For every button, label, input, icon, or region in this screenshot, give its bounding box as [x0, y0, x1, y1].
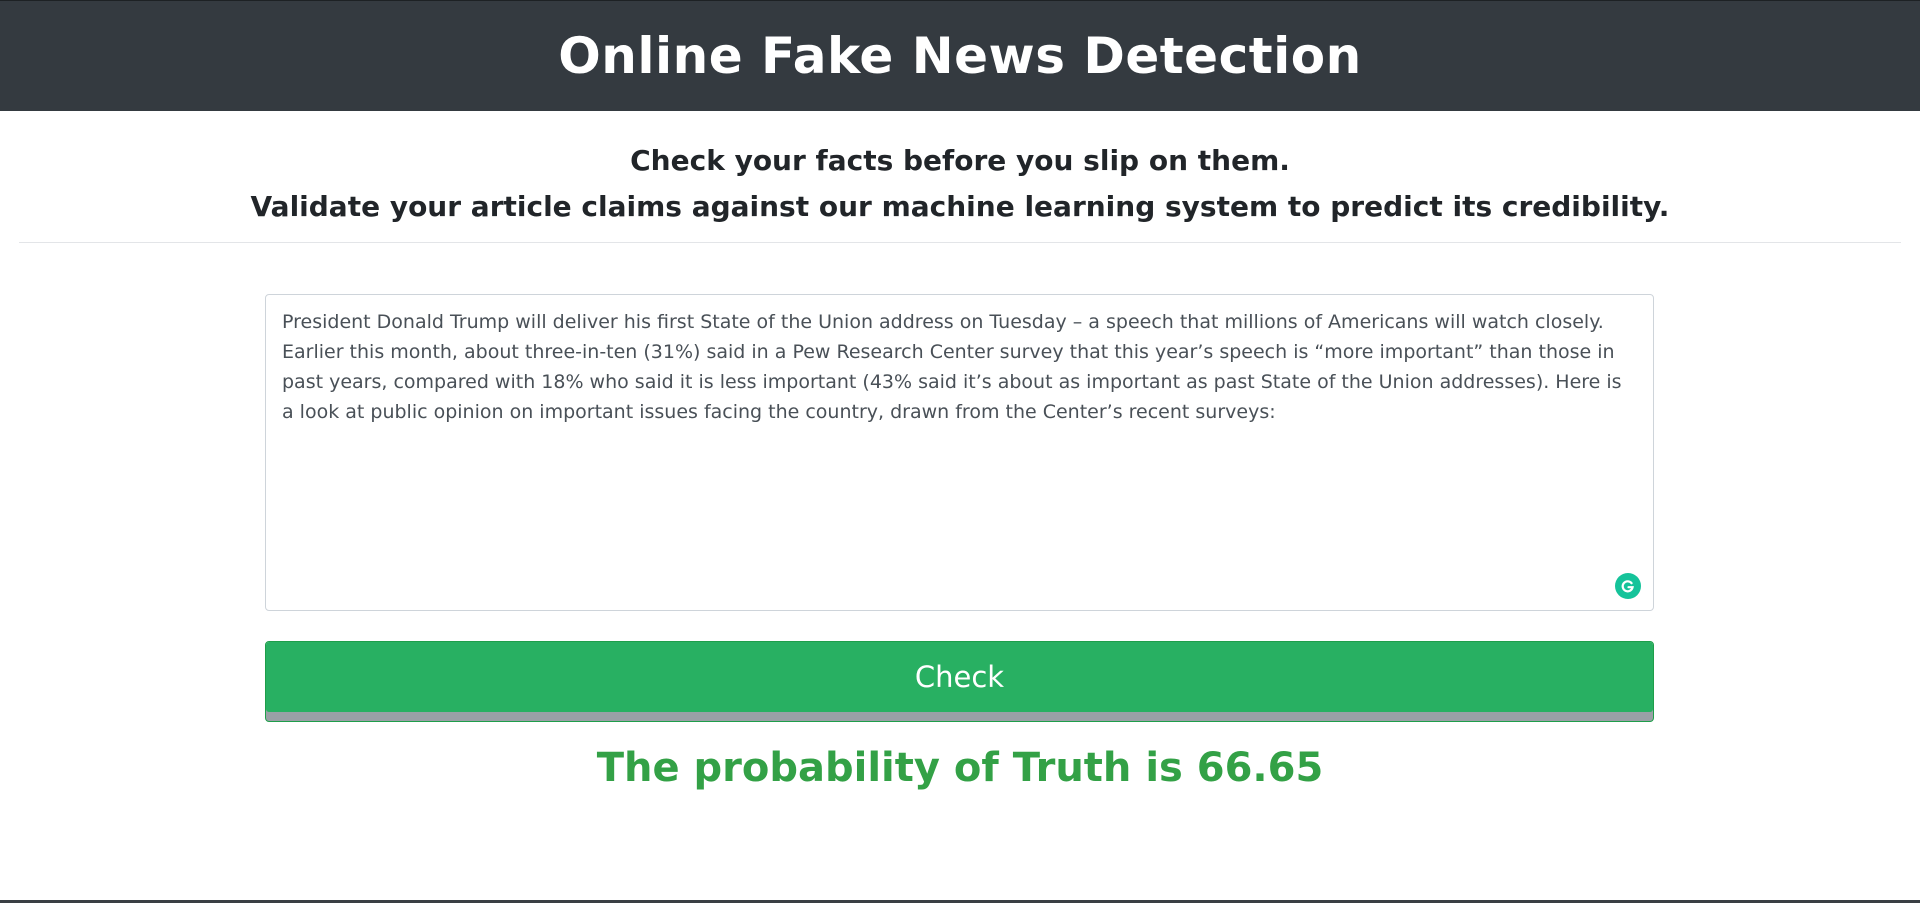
app-header: Online Fake News Detection [0, 0, 1920, 111]
grammarly-icon[interactable] [1615, 573, 1641, 599]
check-button[interactable]: Check [265, 641, 1654, 722]
page-title: Online Fake News Detection [558, 27, 1362, 85]
article-textarea-container[interactable] [265, 294, 1654, 611]
tagline-line-2: Validate your article claims against our… [250, 190, 1670, 223]
divider [19, 242, 1901, 243]
article-textarea[interactable] [282, 307, 1637, 598]
result-text: The probability of Truth is 66.65 [596, 745, 1324, 791]
tagline: Check your facts before you slip on them… [0, 138, 1920, 230]
tagline-line-1: Check your facts before you slip on them… [630, 144, 1290, 177]
